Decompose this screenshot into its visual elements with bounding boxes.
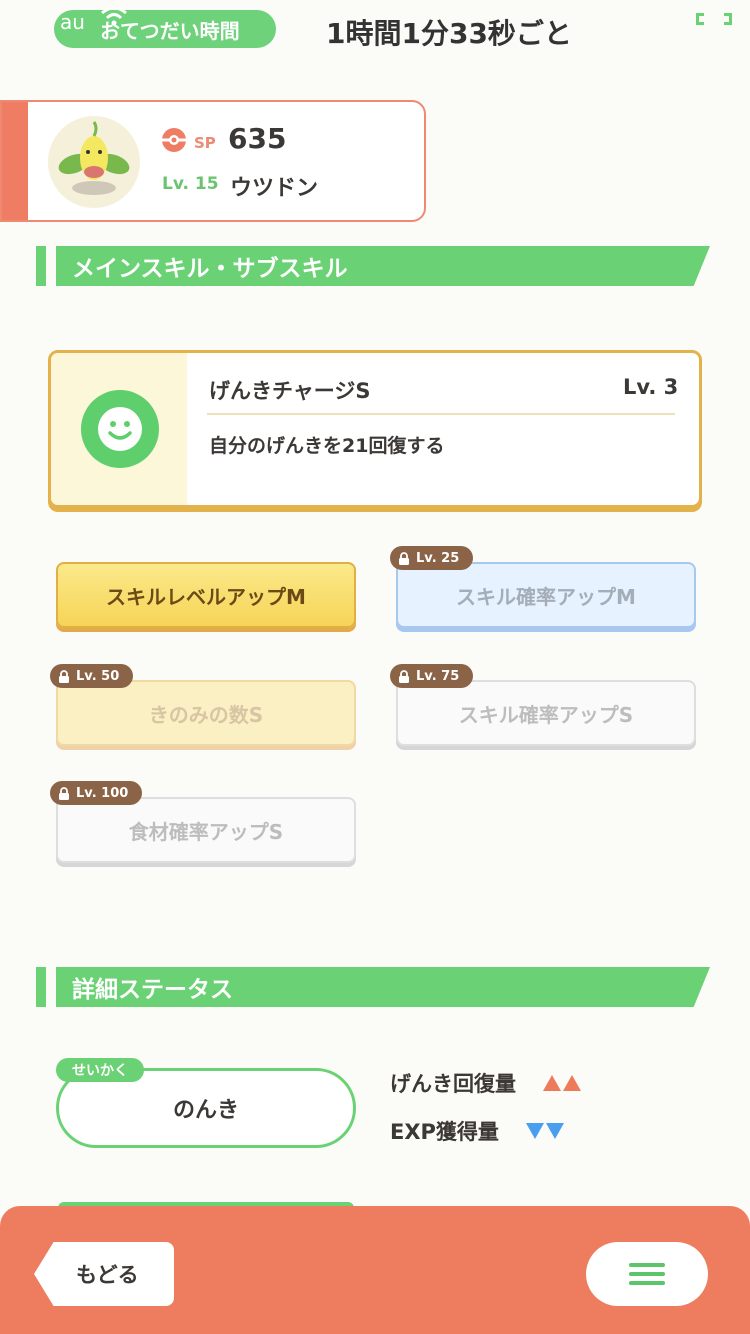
divider: [207, 413, 675, 415]
lock-icon: [59, 786, 69, 800]
lock-icon: [399, 551, 409, 565]
lock-level-badge: Lv. 25: [390, 546, 474, 570]
sub-skill-button[interactable]: きのみの数S: [56, 680, 356, 746]
wifi-icon: [101, 6, 127, 26]
sub-skill-button[interactable]: スキル確率アップM: [396, 562, 696, 628]
main-skill-icon-panel: [51, 353, 187, 505]
smile-face-icon: [81, 390, 159, 468]
helper-time-value: 1時間1分33秒ごと: [326, 17, 572, 50]
weepinbell-icon: [58, 121, 130, 195]
main-skill-name: げんきチャージS: [209, 379, 371, 403]
lock-level-text: Lv. 50: [76, 668, 120, 684]
skills-section-header: メインスキル・サブスキル: [56, 246, 710, 286]
lock-icon: [59, 669, 69, 683]
carrier-label: au: [60, 10, 85, 34]
lock-level-badge: Lv. 100: [50, 781, 143, 805]
nature-effect-up: げんき回復量: [390, 1068, 583, 1098]
nature-effect-label: げんき回復量: [390, 1072, 516, 1096]
back-button-label: もどる: [76, 1263, 139, 1287]
main-skill-description: 自分のげんきを21回復する: [209, 435, 445, 457]
helper-time-pill: おてつだい時間: [54, 10, 276, 48]
nature-tag-label: せいかく: [72, 1063, 128, 1079]
section-accent-bar: [36, 246, 46, 286]
lock-level-text: Lv. 25: [416, 550, 460, 566]
nature-effect-label: EXP獲得量: [390, 1120, 499, 1144]
lock-level-text: Lv. 75: [416, 668, 460, 684]
section-accent-bar: [36, 967, 46, 1007]
lock-level-badge: Lv. 50: [50, 664, 134, 688]
menu-button[interactable]: [586, 1242, 708, 1306]
sub-skill-label: 食材確率アップS: [128, 819, 284, 844]
lock-level-badge: Lv. 75: [390, 664, 474, 688]
status-section-header: 詳細ステータス: [56, 967, 710, 1007]
back-button[interactable]: もどる: [34, 1242, 174, 1306]
pokemon-name: ウツドン: [230, 176, 319, 201]
sub-skill-button[interactable]: 食材確率アップS: [56, 797, 356, 863]
nature-value: のんき: [172, 1098, 239, 1123]
main-skill-card[interactable]: げんきチャージS Lv. 3 自分のげんきを21回復する: [48, 350, 702, 508]
sp-value: 635: [228, 122, 287, 155]
sub-skill-label: きのみの数S: [148, 702, 264, 727]
hamburger-menu-icon: [629, 1258, 665, 1290]
nature-effect-down: EXP獲得量: [390, 1116, 566, 1146]
battery-icon: [696, 13, 732, 25]
sub-skill-button[interactable]: スキル確率アップS: [396, 680, 696, 746]
skills-section-title: メインスキル・サブスキル: [72, 256, 348, 282]
pokemon-level: Lv. 15: [162, 174, 219, 194]
sub-skill-button[interactable]: スキルレベルアップM: [56, 562, 356, 628]
pokemon-card: SP 635 Lv. 15 ウツドン: [0, 100, 426, 222]
up-arrows-icon: [543, 1075, 583, 1095]
sub-skill-label: スキル確率アップM: [456, 584, 636, 609]
pokemon-avatar: [48, 116, 140, 208]
sp-label: SP: [194, 134, 216, 152]
sub-skill-label: スキル確率アップS: [458, 702, 634, 727]
poke-ball-icon: [162, 128, 186, 152]
main-skill-level: Lv. 3: [623, 375, 679, 399]
nature-tag: せいかく: [56, 1058, 144, 1082]
status-section-title: 詳細ステータス: [72, 977, 233, 1003]
down-arrows-icon: [526, 1123, 566, 1143]
lock-icon: [399, 669, 409, 683]
sub-skill-label: スキルレベルアップM: [106, 584, 306, 609]
card-accent-strip: [2, 102, 28, 220]
lock-level-text: Lv. 100: [76, 785, 129, 801]
